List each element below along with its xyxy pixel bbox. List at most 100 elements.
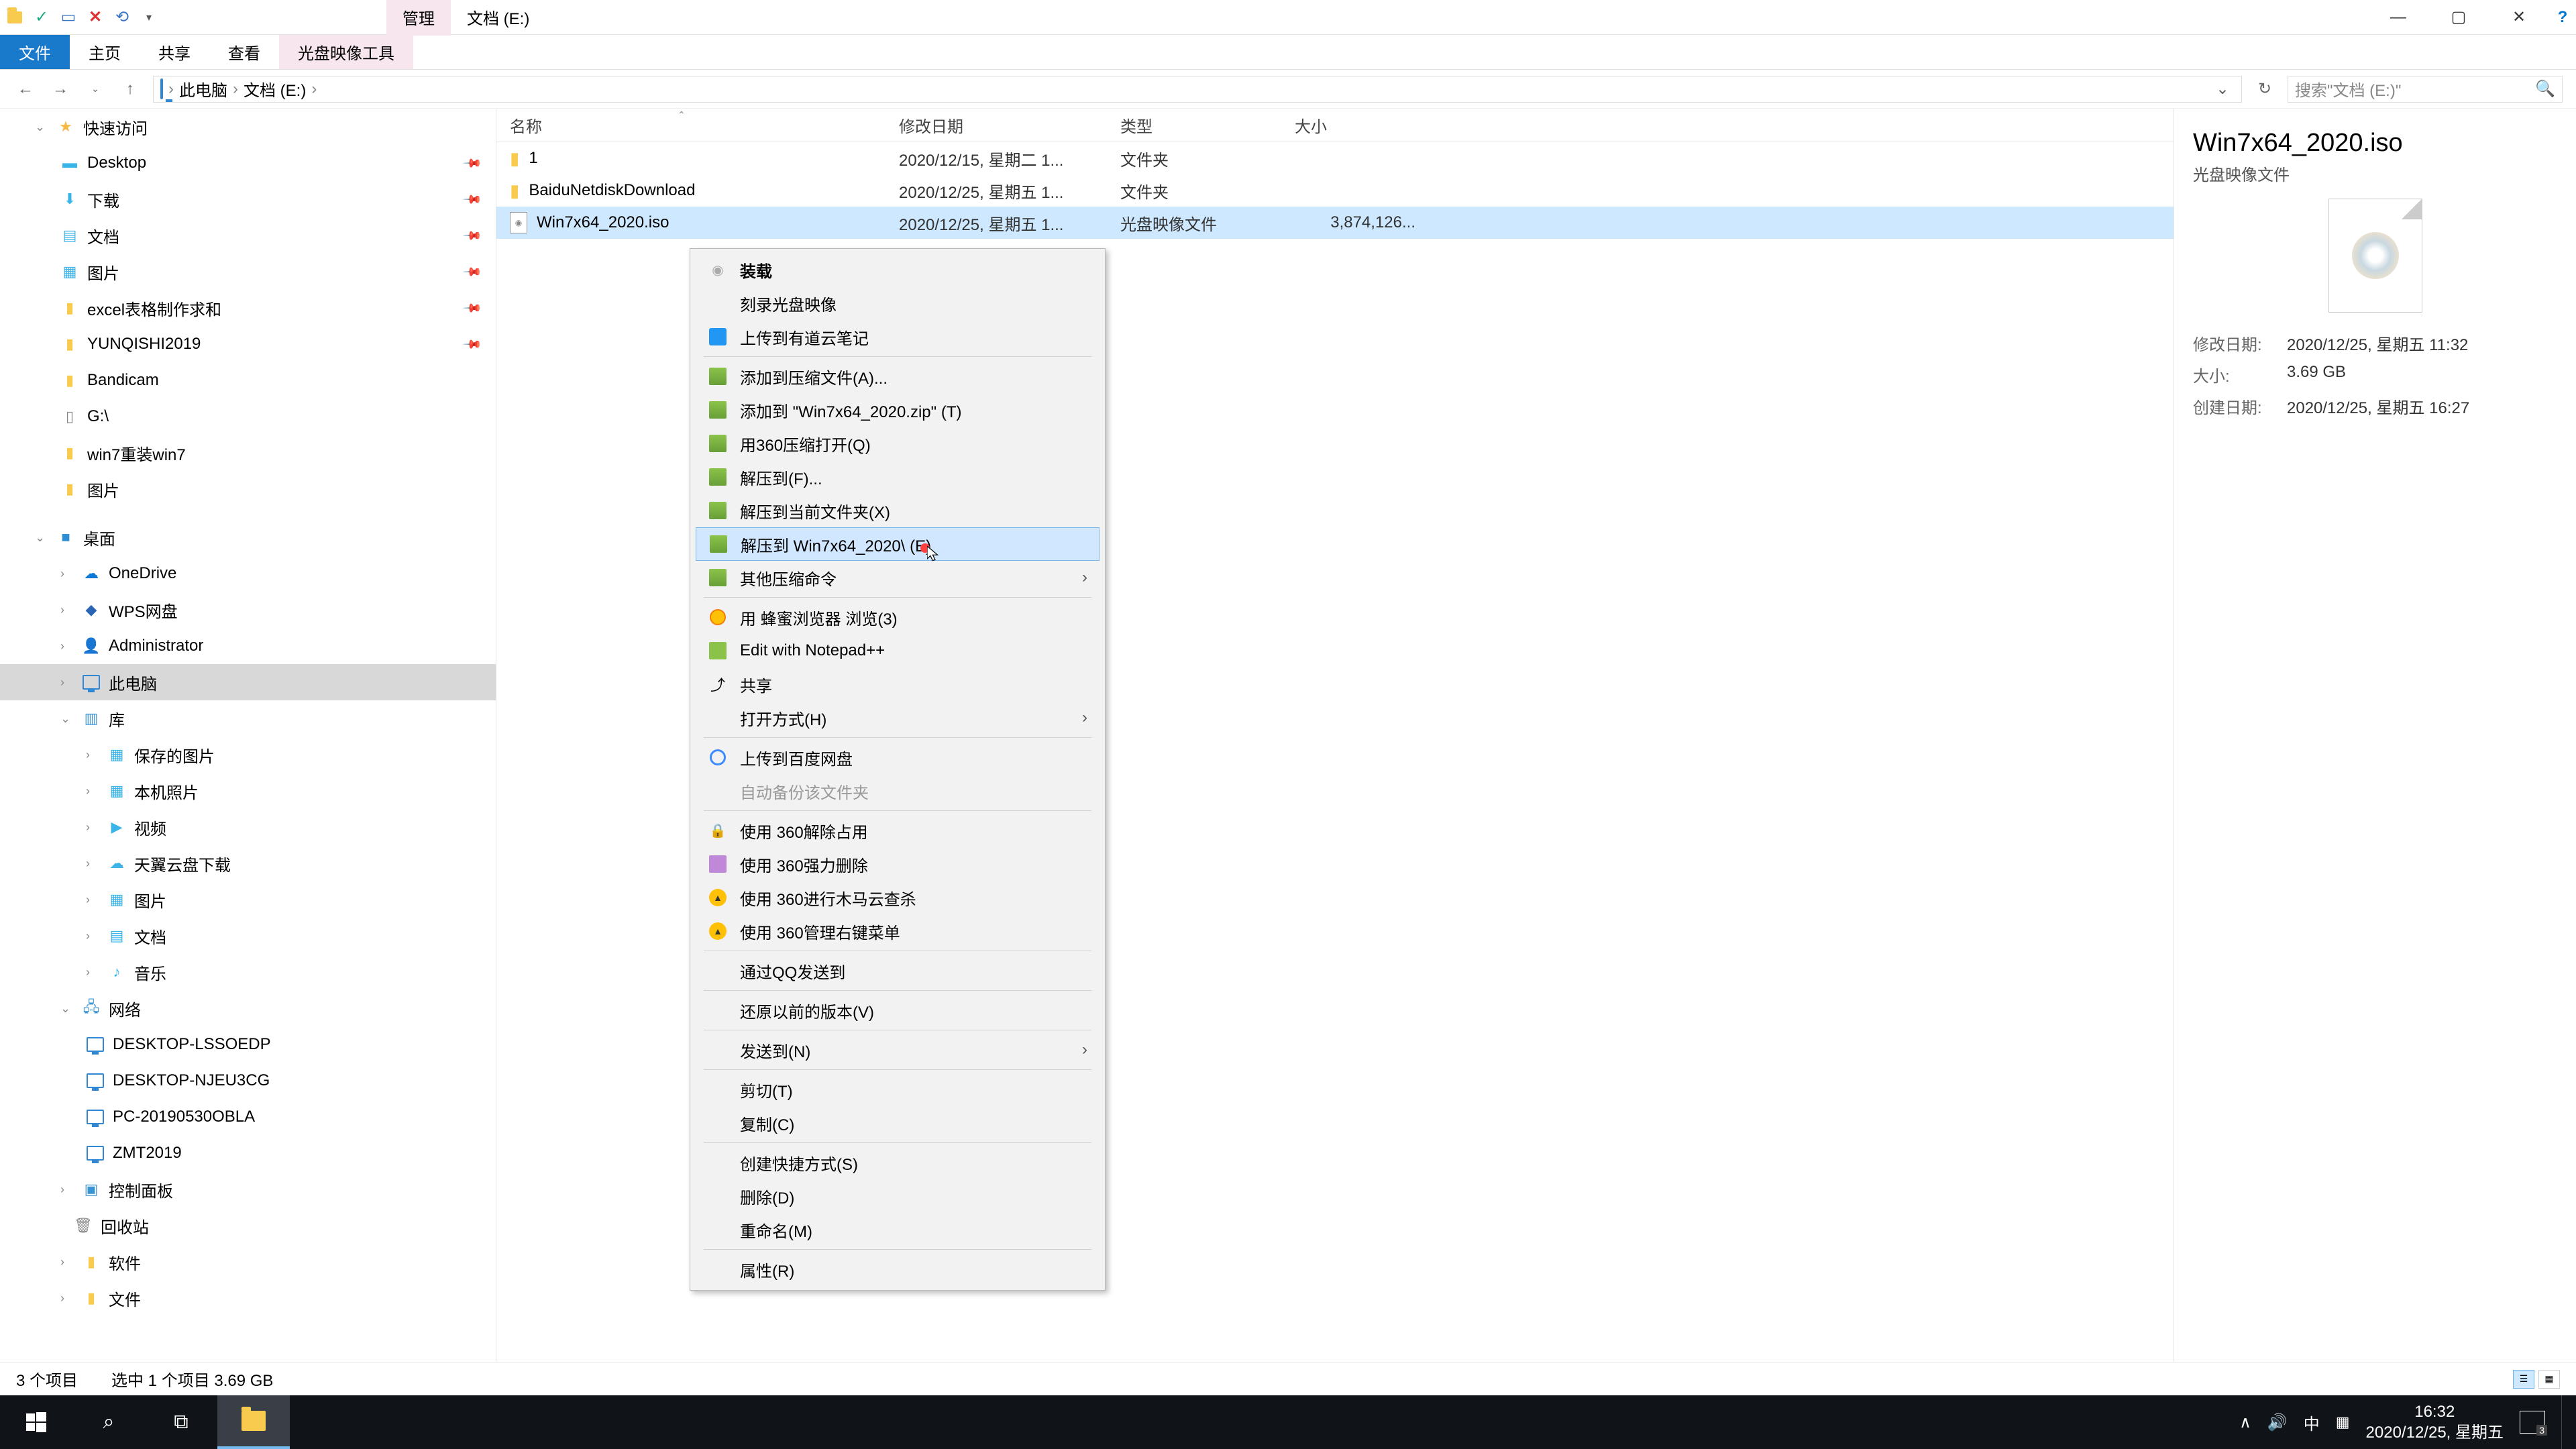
qat-dropdown-icon[interactable]: ▾ [140,8,158,27]
clock[interactable]: 16:32 2020/12/25, 星期五 [2366,1401,2504,1443]
menu-360-trojan[interactable]: ▲使用 360进行木马云查杀 [696,881,1099,914]
view-details-button[interactable]: ☰ [2513,1370,2534,1389]
ribbon-tab-share[interactable]: 共享 [140,35,209,69]
nav-gdrive[interactable]: ▯G:\ [0,398,496,435]
undo-icon[interactable]: ⟲ [113,8,131,27]
nav-music[interactable]: ›♪音乐 [0,954,496,990]
nav-pictures[interactable]: ▦图片📌 [0,254,496,290]
nav-network[interactable]: ⌄🖧网络 [0,990,496,1026]
menu-bee-browser[interactable]: 用 蜂蜜浏览器 浏览(3) [696,600,1099,634]
tray-chevron-button[interactable]: ∧ [2239,1413,2251,1432]
nav-docs2[interactable]: ›▤文档 [0,918,496,954]
nav-downloads[interactable]: ⬇下载📌 [0,181,496,217]
close-button[interactable]: ✕ [2489,0,2549,35]
column-date[interactable]: 修改日期 [899,113,1120,137]
menu-add-zip[interactable]: 添加到 "Win7x64_2020.zip" (T) [696,393,1099,427]
menu-rename[interactable]: 重命名(M) [696,1213,1099,1246]
menu-properties[interactable]: 属性(R) [696,1252,1099,1286]
nav-back-button[interactable]: ← [13,77,38,101]
menu-open-with[interactable]: 打开方式(H)› [696,701,1099,735]
nav-local-pics[interactable]: ›▦本机照片 [0,773,496,809]
nav-up-button[interactable]: ↑ [118,77,142,101]
column-name[interactable]: 名称⌃ [510,113,899,137]
address-dropdown-button[interactable]: ⌄ [2210,79,2235,99]
nav-onedrive[interactable]: ›☁OneDrive [0,555,496,592]
column-size[interactable]: 大小 [1295,113,1442,137]
taskbar[interactable]: ⌕ ⧉ ∧ 🔊 中 ▦ 16:32 2020/12/25, 星期五 3 [0,1395,2576,1449]
menu-shortcut[interactable]: 创建快捷方式(S) [696,1146,1099,1179]
search-icon[interactable]: 🔍 [2535,79,2555,99]
ime-button[interactable]: 中 [2304,1411,2320,1434]
column-type[interactable]: 类型 [1120,113,1295,137]
nav-files[interactable]: ›▮文件 [0,1280,496,1316]
nav-this-pc[interactable]: ›此电脑 [0,664,496,700]
minimize-button[interactable]: — [2368,0,2428,35]
nav-win7-folder[interactable]: ▮win7重装win7 [0,435,496,471]
nav-wps[interactable]: ›◆WPS网盘 [0,592,496,628]
nav-network-pc3[interactable]: PC-20190530OBLA [0,1099,496,1135]
menu-360-unlock[interactable]: 🔒使用 360解除占用 [696,814,1099,847]
breadcrumb-thispc[interactable]: 此电脑 [179,77,227,101]
ribbon-tab-disc-tools[interactable]: 光盘映像工具 [279,35,413,69]
menu-open-360zip[interactable]: 用360压缩打开(Q) [696,427,1099,460]
nav-video[interactable]: ›▶视频 [0,809,496,845]
menu-cut[interactable]: 剪切(T) [696,1073,1099,1106]
breadcrumb[interactable]: › 此电脑 › 文档 (E:) › ⌄ [153,76,2242,103]
nav-tianyi[interactable]: ›☁天翼云盘下载 [0,845,496,881]
menu-extract-to[interactable]: 解压到(F)... [696,460,1099,494]
network-icon[interactable]: ▦ [2336,1413,2350,1431]
search-input[interactable]: 搜索"文档 (E:)" 🔍 [2288,76,2563,103]
contextual-tab-manage[interactable]: 管理 [386,0,451,36]
menu-restore-versions[interactable]: 还原以前的版本(V) [696,994,1099,1027]
nav-network-pc2[interactable]: DESKTOP-NJEU3CG [0,1063,496,1099]
checkbox-icon[interactable]: ✓ [32,8,51,27]
nav-recycle[interactable]: 🗑回收站 [0,1208,496,1244]
ribbon-tab-file[interactable]: 文件 [0,35,70,69]
menu-extract-named[interactable]: 解压到 Win7x64_2020\ (E) [696,527,1099,561]
help-button[interactable]: ? [2549,0,2576,35]
nav-saved-pics[interactable]: ›▦保存的图片 [0,737,496,773]
paste-icon[interactable]: ▭ [59,8,78,27]
nav-forward-button[interactable]: → [48,77,72,101]
nav-recent-dropdown[interactable]: ⌄ [83,77,107,101]
menu-notepad[interactable]: Edit with Notepad++ [696,634,1099,667]
show-desktop-button[interactable] [2561,1395,2569,1449]
breadcrumb-location[interactable]: 文档 (E:) [244,77,306,101]
nav-network-pc1[interactable]: DESKTOP-LSSOEDP [0,1026,496,1063]
ribbon-tab-home[interactable]: 主页 [70,35,140,69]
menu-qq-send[interactable]: 通过QQ发送到 [696,954,1099,987]
nav-bandicam[interactable]: ▮Bandicam [0,362,496,398]
table-row[interactable]: ▮BaiduNetdiskDownload 2020/12/25, 星期五 1.… [496,174,2174,207]
taskview-button[interactable]: ⧉ [145,1395,217,1449]
maximize-button[interactable]: ▢ [2428,0,2489,35]
menu-send-to[interactable]: 发送到(N)› [696,1033,1099,1067]
nav-quick-access[interactable]: ⌄★快速访问 [0,109,496,145]
nav-control-panel[interactable]: ›▣控制面板 [0,1171,496,1208]
search-button[interactable]: ⌕ [72,1395,145,1449]
nav-desktop-header[interactable]: ⌄■桌面 [0,519,496,555]
explorer-taskbar-button[interactable] [217,1395,290,1449]
menu-baidu-upload[interactable]: 上传到百度网盘 [696,741,1099,774]
menu-burn[interactable]: 刻录光盘映像 [696,286,1099,320]
nav-pics3[interactable]: ›▦图片 [0,881,496,918]
menu-add-archive[interactable]: 添加到压缩文件(A)... [696,360,1099,393]
volume-button[interactable]: 🔊 [2267,1413,2288,1432]
menu-other-compress[interactable]: 其他压缩命令› [696,561,1099,594]
view-icons-button[interactable]: ▦ [2538,1370,2560,1389]
notification-button[interactable]: 3 [2520,1411,2545,1434]
menu-delete[interactable]: 删除(D) [696,1179,1099,1213]
nav-pics-folder[interactable]: ▮图片 [0,471,496,507]
ribbon-tab-view[interactable]: 查看 [209,35,279,69]
delete-x-icon[interactable]: ✕ [86,8,105,27]
nav-yunqishi[interactable]: ▮YUNQISHI2019📌 [0,326,496,362]
menu-360-manage[interactable]: ▲使用 360管理右键菜单 [696,914,1099,948]
refresh-button[interactable]: ↻ [2253,79,2277,99]
menu-copy[interactable]: 复制(C) [696,1106,1099,1140]
menu-360-force-delete[interactable]: 使用 360强力删除 [696,847,1099,881]
table-row[interactable]: ▮1 2020/12/15, 星期二 1... 文件夹 [496,142,2174,174]
nav-excel-folder[interactable]: ▮excel表格制作求和📌 [0,290,496,326]
nav-software[interactable]: ›▮软件 [0,1244,496,1280]
navigation-pane[interactable]: ⌄★快速访问 ▬Desktop📌 ⬇下载📌 ▤文档📌 ▦图片📌 ▮excel表格… [0,109,496,1362]
menu-youdao[interactable]: 上传到有道云笔记 [696,320,1099,354]
nav-network-pc4[interactable]: ZMT2019 [0,1135,496,1171]
